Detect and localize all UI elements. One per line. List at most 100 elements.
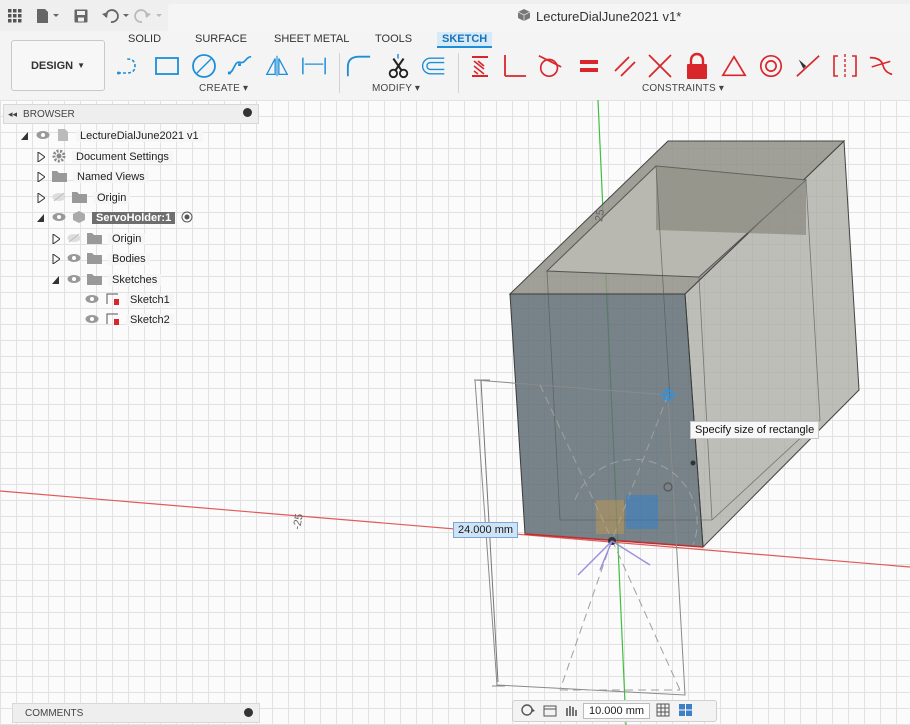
fillet-tool-icon[interactable] (346, 52, 372, 80)
activate-radio-icon[interactable] (181, 211, 193, 226)
ribbon-separator (458, 53, 459, 93)
curvature-constraint-icon[interactable] (868, 52, 894, 80)
create-group-label[interactable]: CREATE ▾ (199, 83, 248, 94)
tree-item-sketch1[interactable]: Sketch1 (85, 291, 174, 309)
mirror-tool-icon[interactable] (264, 52, 290, 80)
tree-item-label: Origin (108, 233, 146, 245)
tree-item-origin-sub[interactable]: Origin (51, 230, 146, 248)
navigation-toolbar: 10.000 mm (512, 700, 717, 722)
document-icon (517, 8, 531, 25)
document-icon (56, 128, 70, 145)
expand-toggle-icon[interactable] (36, 193, 46, 203)
axis-label-top: 25 (593, 208, 607, 222)
spline-tool-icon[interactable] (227, 52, 253, 80)
expand-toggle-icon[interactable] (20, 131, 30, 141)
expand-toggle-icon[interactable] (51, 234, 61, 244)
perpendicular-constraint-icon[interactable] (501, 52, 527, 80)
tree-item-servo-holder[interactable]: ServoHolder:1 (36, 209, 193, 227)
panel-options-icon[interactable] (244, 708, 253, 717)
visibility-eye-icon[interactable] (85, 314, 99, 327)
visibility-eye-icon[interactable] (67, 274, 81, 287)
tab-tools[interactable]: TOOLS (370, 32, 417, 46)
dimension-input-field[interactable]: 24.000 mm (453, 522, 519, 538)
tab-solid[interactable]: SOLID (123, 32, 166, 46)
tree-item-label: Bodies (108, 253, 150, 265)
panel-options-icon[interactable] (243, 108, 252, 117)
triangle-constraint-icon[interactable] (721, 52, 747, 80)
tangent-constraint-icon[interactable] (537, 52, 563, 80)
comments-label: COMMENTS (25, 707, 84, 719)
display-settings-icon[interactable] (678, 703, 694, 720)
symmetry-constraint-icon[interactable] (832, 52, 858, 80)
undo-icon[interactable] (101, 7, 131, 25)
equal-constraint-icon[interactable] (576, 52, 602, 80)
app-grid-icon[interactable] (8, 7, 22, 25)
line-tool-icon[interactable] (117, 52, 143, 80)
tree-item-label: LectureDialJune2021 v1 (76, 130, 203, 142)
tree-item-root[interactable]: LectureDialJune2021 v1 (20, 127, 203, 145)
tab-surface[interactable]: SURFACE (190, 32, 252, 46)
tree-item-label: ServoHolder:1 (92, 212, 176, 224)
tree-item-document-settings[interactable]: Document Settings (36, 148, 173, 166)
pan-hand-icon[interactable] (563, 703, 577, 720)
gear-icon (52, 149, 66, 166)
folder-icon (72, 191, 87, 206)
redo-icon[interactable] (134, 7, 164, 25)
visibility-eye-icon[interactable] (67, 253, 81, 266)
look-at-icon[interactable] (543, 703, 557, 720)
browser-header[interactable]: ◂◂ BROWSER (3, 104, 259, 124)
tree-item-sketches[interactable]: Sketches (51, 271, 162, 289)
expand-toggle-icon[interactable] (51, 254, 61, 264)
tree-item-label: Document Settings (72, 151, 173, 163)
grid-snap-input[interactable]: 10.000 mm (583, 703, 651, 719)
file-menu-icon[interactable] (36, 7, 60, 25)
concentric-constraint-icon[interactable] (758, 52, 784, 80)
save-icon[interactable] (74, 7, 88, 25)
ribbon-separator (339, 53, 340, 93)
expand-toggle-icon[interactable] (36, 152, 46, 162)
tree-item-bodies[interactable]: Bodies (51, 250, 150, 268)
expand-toggle-icon[interactable] (36, 213, 46, 223)
expand-toggle-icon[interactable] (36, 172, 46, 182)
visibility-eye-icon[interactable] (36, 130, 50, 143)
rectangle-tool-icon[interactable] (154, 52, 180, 80)
tree-item-origin[interactable]: Origin (36, 189, 131, 207)
workspace-switcher[interactable]: DESIGN ▼ (11, 40, 105, 91)
visibility-hidden-icon[interactable] (67, 233, 81, 246)
view-cube-marker (626, 495, 658, 529)
title-bar: LectureDialJune2021 v1* (0, 0, 910, 31)
tab-sketch[interactable]: SKETCH (437, 32, 493, 48)
visibility-eye-icon[interactable] (52, 212, 66, 225)
component-icon (72, 210, 86, 227)
parallel-constraint-icon[interactable] (612, 52, 638, 80)
tree-item-label: Sketch1 (126, 294, 174, 306)
sketch-icon (105, 292, 120, 309)
folder-icon (87, 232, 102, 247)
visibility-eye-icon[interactable] (85, 294, 99, 307)
collapse-left-icon[interactable]: ◂◂ (8, 109, 17, 120)
trim-tool-icon[interactable] (385, 52, 411, 80)
comments-panel[interactable]: COMMENTS (12, 703, 260, 723)
fix-constraint-icon[interactable] (467, 52, 493, 80)
coincident-constraint-icon[interactable] (647, 52, 673, 80)
browser-title: BROWSER (23, 108, 75, 120)
move-triad-icon (577, 540, 651, 576)
tree-item-label: Sketch2 (126, 314, 174, 326)
visibility-hidden-icon[interactable] (52, 192, 66, 205)
expand-toggle-icon[interactable] (51, 275, 61, 285)
lock-constraint-icon[interactable] (684, 52, 710, 80)
grid-settings-icon[interactable] (656, 703, 672, 720)
dimension-tool-icon[interactable] (301, 52, 327, 80)
tree-item-sketch2[interactable]: Sketch2 (85, 311, 174, 329)
midpoint-constraint-icon[interactable] (795, 52, 821, 80)
tree-item-label: Origin (93, 192, 131, 204)
workspace-label: DESIGN (30, 59, 74, 72)
orbit-icon[interactable] (519, 703, 537, 720)
constraints-group-label[interactable]: CONSTRAINTS ▾ (642, 83, 724, 94)
toolbar-ribbon: DESIGN ▼ SOLID SURFACE SHEET METAL TOOLS… (0, 31, 910, 101)
modify-group-label[interactable]: MODIFY ▾ (372, 83, 420, 94)
offset-tool-icon[interactable] (420, 52, 446, 80)
tab-sheet-metal[interactable]: SHEET METAL (269, 32, 354, 46)
circle-tool-icon[interactable] (191, 52, 217, 80)
tree-item-named-views[interactable]: Named Views (36, 168, 149, 186)
